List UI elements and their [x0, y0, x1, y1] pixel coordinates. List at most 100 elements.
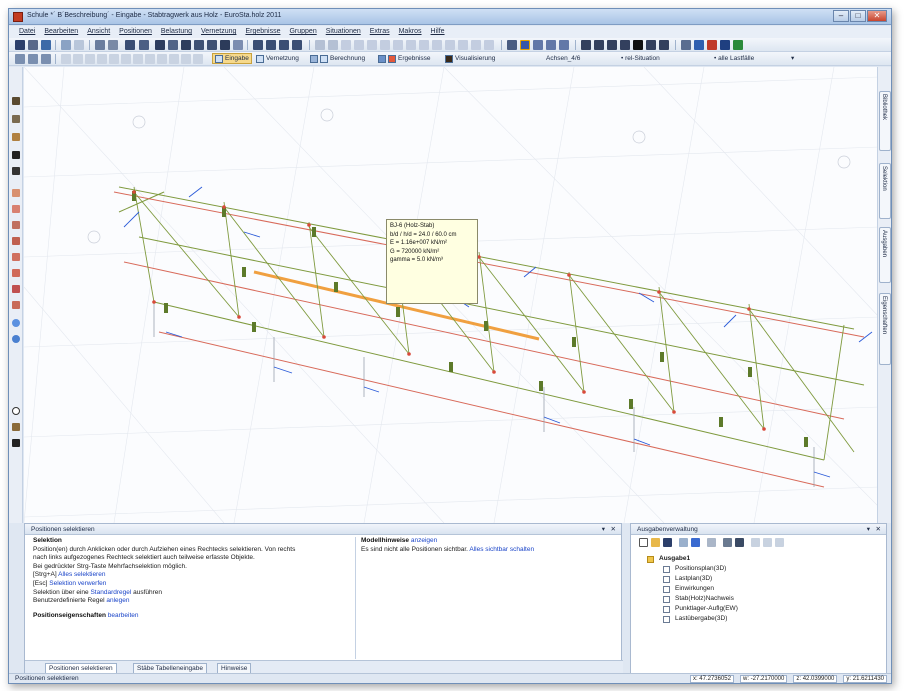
draw-tool-9-icon[interactable]	[419, 40, 429, 50]
preview-icon[interactable]	[735, 538, 744, 547]
print-output-icon[interactable]	[723, 538, 732, 547]
output-icon[interactable]	[733, 40, 743, 50]
mode-vernetzung-button[interactable]: Vernetzung	[256, 53, 299, 64]
load-8-icon[interactable]	[12, 301, 20, 309]
load-5-icon[interactable]	[12, 253, 20, 261]
3d-model-viewport[interactable]: BJ-6 (Holz-Stab) b/d / h/d = 24.0 / 60.0…	[24, 67, 879, 523]
select-rect-icon[interactable]	[28, 54, 38, 64]
node-2-icon[interactable]	[12, 335, 20, 343]
dimension-icon[interactable]	[646, 40, 656, 50]
rotate-icon[interactable]	[220, 40, 230, 50]
show-hints-link[interactable]: anzeigen	[411, 537, 437, 544]
snap-12-icon[interactable]	[193, 54, 203, 64]
tree-item[interactable]: Lastplan(3D)	[661, 574, 738, 584]
view-top-icon[interactable]	[279, 40, 289, 50]
model-icon[interactable]	[694, 40, 704, 50]
close-pane-icon[interactable]: ✕	[611, 524, 616, 535]
menu-extras[interactable]: Extras	[370, 26, 390, 38]
load-6-icon[interactable]	[12, 269, 20, 277]
circle-tool-icon[interactable]	[12, 407, 20, 415]
open-folder-icon[interactable]	[651, 538, 660, 547]
mode-eingabe-button[interactable]: Eingabe	[212, 53, 252, 64]
paint-icon[interactable]	[12, 423, 20, 431]
stamp-icon[interactable]	[12, 439, 20, 447]
paste-icon[interactable]	[108, 40, 118, 50]
mode-ergebnisse-button[interactable]: Ergebnisse	[378, 53, 431, 64]
pin-icon[interactable]: ▾	[867, 524, 870, 535]
tab-bibliothek[interactable]: Bibliothek	[879, 91, 891, 151]
loads-icon[interactable]	[707, 40, 717, 50]
move-down-icon[interactable]	[763, 538, 772, 547]
tree-item[interactable]: Einwirkungen	[661, 584, 738, 594]
display-1-icon[interactable]	[507, 40, 517, 50]
redo-icon[interactable]	[74, 40, 84, 50]
print-icon[interactable]	[28, 40, 38, 50]
export-icon[interactable]	[41, 40, 51, 50]
pen-icon[interactable]	[12, 97, 20, 105]
tree-root[interactable]: Ausgabe1	[645, 554, 738, 564]
draw-tool-11-icon[interactable]	[445, 40, 455, 50]
draw-tool-6-icon[interactable]	[380, 40, 390, 50]
draw-tool-icon[interactable]	[315, 40, 325, 50]
snap-1-icon[interactable]	[61, 54, 71, 64]
results-icon[interactable]	[720, 40, 730, 50]
menu-makros[interactable]: Makros	[399, 26, 422, 38]
snap-2-icon[interactable]	[73, 54, 83, 64]
load-1-icon[interactable]	[12, 189, 20, 197]
table-icon[interactable]	[139, 40, 149, 50]
edit-properties-link[interactable]: bearbeiten	[108, 612, 139, 619]
axes-combo[interactable]: Achsen_4/6	[546, 54, 580, 64]
snap-5-icon[interactable]	[109, 54, 119, 64]
minimize-button[interactable]: –	[833, 10, 849, 22]
menu-bearbeiten[interactable]: Bearbeiten	[44, 26, 78, 38]
delete-icon[interactable]	[12, 151, 20, 159]
tab-selektion[interactable]: Selektion	[879, 163, 891, 219]
menu-ergebnisse[interactable]: Ergebnisse	[245, 26, 280, 38]
view-side-icon[interactable]	[266, 40, 276, 50]
snap-7-icon[interactable]	[133, 54, 143, 64]
node-icon[interactable]	[12, 319, 20, 327]
view-front-icon[interactable]	[253, 40, 263, 50]
display-4-icon[interactable]	[546, 40, 556, 50]
draw-tool-10-icon[interactable]	[432, 40, 442, 50]
save-output-icon[interactable]	[663, 538, 672, 547]
close-button[interactable]: ✕	[867, 10, 887, 22]
draw-tool-13-icon[interactable]	[471, 40, 481, 50]
menu-hilfe[interactable]: Hilfe	[431, 26, 445, 38]
delete-output-icon[interactable]	[707, 538, 716, 547]
menu-gruppen[interactable]: Gruppen	[289, 26, 316, 38]
view-iso-icon[interactable]	[292, 40, 302, 50]
combo-dropdown-icon[interactable]: ▾	[791, 54, 794, 64]
draw-tool-4-icon[interactable]	[354, 40, 364, 50]
hammer-icon[interactable]	[12, 133, 20, 141]
discard-selection-link[interactable]: Selektion verwerfen	[49, 580, 106, 587]
load-7-icon[interactable]	[12, 285, 20, 293]
menu-positionen[interactable]: Positionen	[119, 26, 152, 38]
tab-ausgaben[interactable]: Ausgaben	[879, 227, 891, 283]
tree-item[interactable]: Punktlager-Auflg(EW)	[661, 604, 738, 614]
display-2-icon[interactable]	[520, 40, 530, 50]
zoom-icon[interactable]	[155, 40, 165, 50]
tab-eigenschaften[interactable]: Eigenschaften	[879, 293, 891, 365]
snap-6-icon[interactable]	[121, 54, 131, 64]
copy-output-icon[interactable]	[679, 538, 688, 547]
menu-datei[interactable]: Datei	[19, 26, 35, 38]
show-all-link[interactable]: Alles sichtbar schalten	[469, 546, 534, 553]
zoom-window-icon[interactable]	[168, 40, 178, 50]
draw-tool-12-icon[interactable]	[458, 40, 468, 50]
menu-ansicht[interactable]: Ansicht	[87, 26, 110, 38]
display-5-icon[interactable]	[559, 40, 569, 50]
save-icon[interactable]	[15, 40, 25, 50]
move-up-icon[interactable]	[751, 538, 760, 547]
rect-icon[interactable]	[594, 40, 604, 50]
load-4-icon[interactable]	[12, 237, 20, 245]
undo-icon[interactable]	[61, 40, 71, 50]
tree-item[interactable]: Positionsplan(3D)	[661, 564, 738, 574]
chart-output-icon[interactable]	[691, 538, 700, 547]
line-icon[interactable]	[581, 40, 591, 50]
situation-combo[interactable]: • rel-Situation	[621, 54, 660, 64]
maximize-button[interactable]: □	[850, 10, 866, 22]
pin-icon[interactable]: ▾	[602, 524, 605, 535]
snap-9-icon[interactable]	[157, 54, 167, 64]
layers-icon[interactable]	[681, 40, 691, 50]
